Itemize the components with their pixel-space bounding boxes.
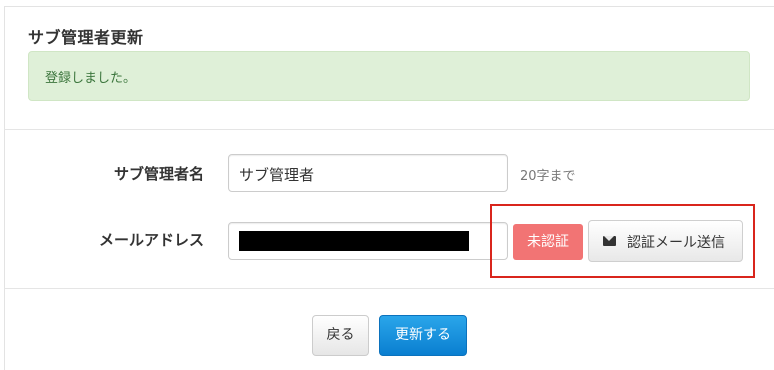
name-label: サブ管理者名: [113, 165, 204, 183]
name-input-value: サブ管理者: [239, 166, 315, 184]
send-verification-email-button[interactable]: 認証メール送信: [588, 220, 743, 262]
name-input[interactable]: サブ管理者: [228, 154, 508, 192]
email-input[interactable]: [228, 222, 508, 260]
success-alert: 登録しました。: [28, 51, 750, 101]
envelope-icon: [603, 236, 616, 246]
divider: [4, 288, 774, 289]
divider: [4, 129, 774, 130]
update-button[interactable]: 更新する: [379, 315, 467, 356]
send-verification-label: 認証メール送信: [627, 235, 725, 251]
alert-message: 登録しました。: [45, 71, 137, 86]
unverified-badge: 未認証: [513, 224, 583, 260]
back-button[interactable]: 戻る: [312, 315, 369, 356]
page-title: サブ管理者更新: [28, 28, 144, 47]
name-hint: 20字まで: [520, 169, 576, 184]
redacted-email: [239, 231, 469, 251]
email-label: メールアドレス: [98, 231, 204, 249]
